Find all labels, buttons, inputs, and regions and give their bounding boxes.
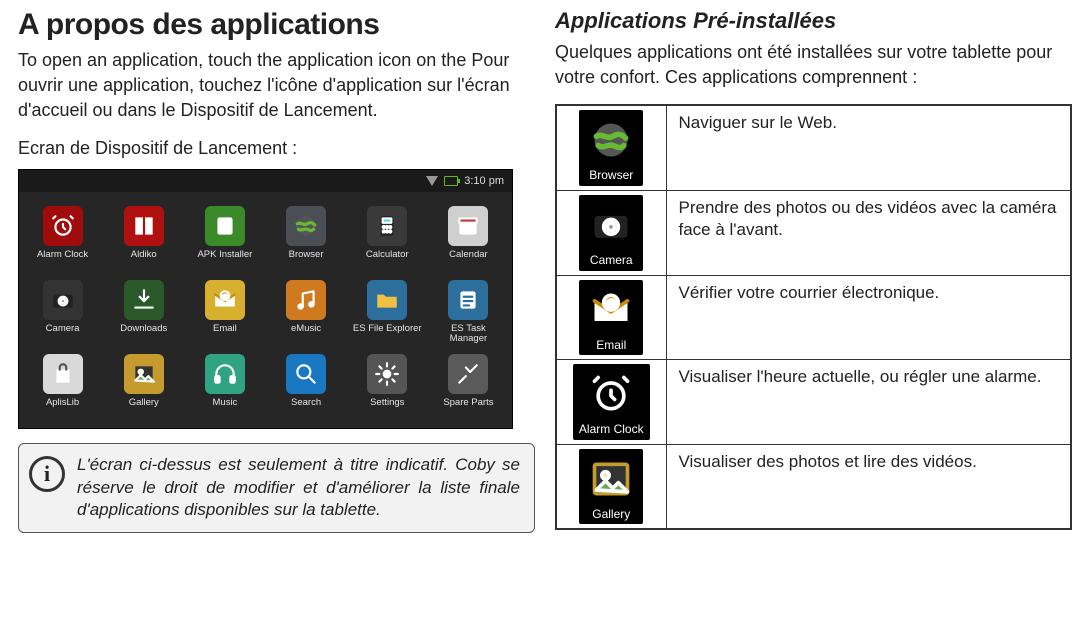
app-label: Email [213,324,237,346]
app-launcher-item[interactable]: @ Email [187,280,262,346]
app-launcher-item[interactable]: eMusic [268,280,343,346]
gallery-icon [585,453,637,505]
intro-text-right: Quelques applications ont été installées… [555,40,1072,90]
headphones-icon [205,354,245,394]
gear-icon [367,354,407,394]
app-icon-cell: Browser [556,105,666,190]
battery-icon [444,176,458,186]
status-time: 3:10 pm [464,175,504,187]
app-grid: Alarm Clock Aldiko APK Installer Browser Cal… [19,192,512,434]
camera-icon [585,199,637,251]
app-label: Downloads [120,324,167,346]
app-launcher-item[interactable]: Settings [350,354,425,420]
app-icon-label: Browser [589,168,633,184]
app-launcher-item[interactable]: Camera [25,280,100,346]
app-launcher-item[interactable]: Alarm Clock [25,206,100,272]
email-icon: @ [205,280,245,320]
app-label: Browser [289,250,324,272]
app-launcher-item[interactable]: Gallery [106,354,181,420]
info-note-text: L'écran ci-dessus est seulement à titre … [77,454,520,523]
info-icon: i [29,456,65,492]
search-icon [286,354,326,394]
camera-icon [43,280,83,320]
bag-icon [43,354,83,394]
calendar-icon: 31 [448,206,488,246]
app-label: ES Task Manager [450,324,488,346]
info-box: i L'écran ci-dessus est seulement à titr… [18,443,535,534]
app-label: Search [291,398,321,420]
app-launcher-item[interactable]: Calculator [350,206,425,272]
tools-icon [448,354,488,394]
app-launcher-item[interactable]: AplisLib [25,354,100,420]
app-label: ES File Explorer [353,324,422,346]
app-icon-label: Email [596,338,626,354]
table-row: Browser Naviguer sur le Web. [556,105,1071,190]
app-label: Camera [46,324,80,346]
status-bar: 3:10 pm [19,170,512,192]
app-label: eMusic [291,324,321,346]
svg-text:31: 31 [463,223,474,234]
globe-icon [585,114,637,166]
app-launcher-item[interactable]: Music [187,354,262,420]
app-icon-label: Camera [590,253,633,269]
gallery-icon [124,354,164,394]
folder-icon [367,280,407,320]
book-icon [124,206,164,246]
svg-text:@: @ [606,299,617,311]
alarm-clock-icon [585,368,637,420]
app-label: Aldiko [131,250,157,272]
email-icon: @ [585,284,637,336]
app-label: Calculator [366,250,409,272]
page-heading-right: Applications Pré-installées [555,8,1072,34]
table-row: @ Email Vérifier votre courrier électroniq… [556,275,1071,360]
launcher-screenshot: 3:10 pm Alarm Clock Aldiko APK Installer Br… [18,169,513,429]
app-launcher-item[interactable]: Browser [268,206,343,272]
app-launcher-item[interactable]: Aldiko [106,206,181,272]
alarm-clock-icon [43,206,83,246]
intro-text-left: To open an application, touch the applic… [18,48,535,124]
app-label: Settings [370,398,404,420]
app-launcher-item[interactable]: 31 Calendar [431,206,506,272]
app-description: Visualiser des photos et lire des vidéos… [666,444,1071,529]
app-label: Gallery [129,398,159,420]
launcher-caption: Ecran de Dispositif de Lancement : [18,138,535,159]
app-description: Naviguer sur le Web. [666,105,1071,190]
app-icon-cell: @ Email [556,275,666,360]
task-icon [448,280,488,320]
app-description: Prendre des photos ou des vidéos avec la… [666,190,1071,275]
app-icon-cell: Gallery [556,444,666,529]
calculator-icon [367,206,407,246]
app-icon-cell: Camera [556,190,666,275]
wifi-icon [426,176,438,186]
app-icon-label: Gallery [592,507,630,523]
app-label: Alarm Clock [37,250,88,272]
app-launcher-item[interactable]: Downloads [106,280,181,346]
page-heading-left: A propos des applications [18,8,535,42]
app-launcher-item[interactable]: Search [268,354,343,420]
app-launcher-item[interactable]: ES File Explorer [350,280,425,346]
app-label: Calendar [449,250,488,272]
music-note-icon [286,280,326,320]
app-icon-cell: Alarm Clock [556,360,666,445]
table-row: Camera Prendre des photos ou des vidéos a… [556,190,1071,275]
globe-icon [286,206,326,246]
app-launcher-item[interactable]: Spare Parts [431,354,506,420]
app-launcher-item[interactable]: APK Installer [187,206,262,272]
table-row: Gallery Visualiser des photos et lire des… [556,444,1071,529]
table-row: Alarm Clock Visualiser l'heure actuelle, … [556,360,1071,445]
apk-icon [205,206,245,246]
app-launcher-item[interactable]: ES Task Manager [431,280,506,346]
app-label: APK Installer [197,250,252,272]
app-label: Music [213,398,238,420]
app-description: Visualiser l'heure actuelle, ou régler u… [666,360,1071,445]
app-label: AplisLib [46,398,79,420]
svg-text:@: @ [222,293,229,300]
app-icon-label: Alarm Clock [579,422,644,438]
app-description: Vérifier votre courrier électronique. [666,275,1071,360]
preinstalled-apps-table: Browser Naviguer sur le Web. Camera Prendre… [555,104,1072,530]
app-label: Spare Parts [443,398,493,420]
downloads-icon [124,280,164,320]
